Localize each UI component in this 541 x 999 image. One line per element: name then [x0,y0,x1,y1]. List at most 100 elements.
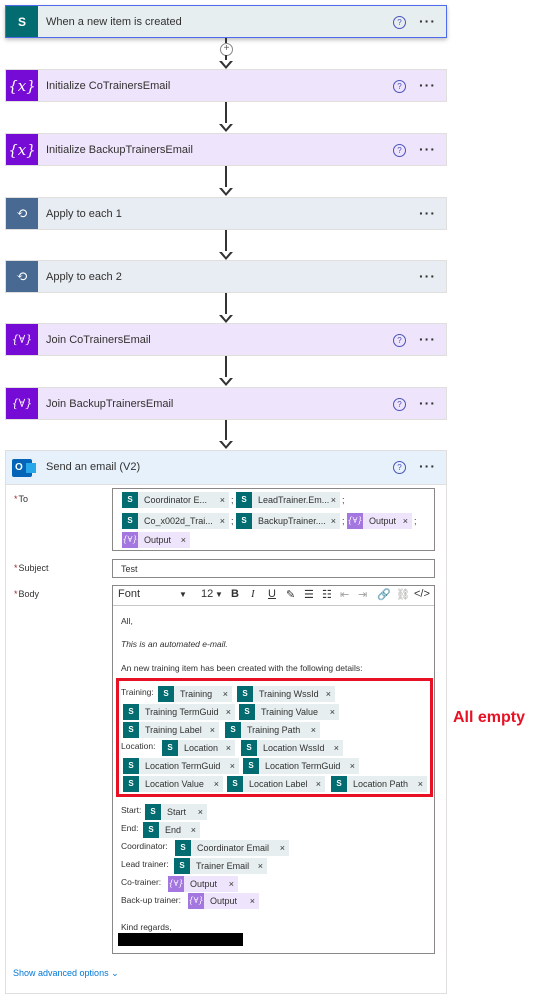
remove-token-icon[interactable]: × [258,858,263,874]
chevron-down-icon[interactable]: ▼ [179,590,187,599]
expression-icon: {∀} [347,513,363,529]
step-card[interactable]: ⟲ Apply to each 1 ··· [5,197,447,230]
font-select[interactable]: Font [118,588,140,600]
help-icon[interactable]: ? [393,334,406,347]
subject-label: *Subject [14,563,49,573]
remove-token-icon[interactable]: × [331,513,336,529]
join-icon: {∀} [6,388,38,419]
body-label-text: Back-up trainer: [121,895,181,905]
body-label-text: End: [121,823,139,833]
body-label-text: Lead trainer: [121,859,169,869]
remove-token-icon[interactable]: × [280,840,285,856]
help-icon[interactable]: ? [393,398,406,411]
sharepoint-icon: S [236,492,252,508]
show-advanced-options-link[interactable]: Show advanced options ⌄ [13,968,119,979]
remove-token-icon[interactable]: × [403,513,408,529]
remove-token-icon[interactable]: × [331,492,336,508]
dynamic-content-token[interactable]: S BackupTrainer.... × [236,513,340,529]
annotation-text: All empty [453,709,526,726]
email-card-header[interactable]: O Send an email (V2) ? ··· [6,451,446,485]
body-label-text: Coordinator: [121,841,168,851]
help-icon[interactable]: ? [393,144,406,157]
sharepoint-icon: S [122,492,138,508]
more-options-button[interactable]: ··· [419,134,436,164]
expression-token[interactable]: {∀} Output × [168,876,238,892]
help-icon[interactable]: ? [393,16,406,29]
expression-token[interactable]: {∀} Output × [122,532,190,548]
step-card[interactable]: {x} Initialize BackupTrainersEmail ? ··· [5,133,447,166]
sharepoint-icon: S [122,513,138,529]
connector [225,102,227,125]
dynamic-content-token[interactable]: S Coordinator E... × [122,492,229,508]
join-icon: {∀} [6,324,38,355]
chevron-down-icon[interactable]: ▼ [215,590,223,599]
highlight-box [116,678,433,797]
more-options-button[interactable]: ··· [419,388,436,418]
step-title: Send an email (V2) [46,461,141,473]
to-field[interactable]: S Coordinator E... × ; S LeadTrainer.Em... ×… [112,488,435,551]
highlight-icon[interactable]: ✎ [286,588,295,601]
variable-icon: {x} [6,70,38,101]
font-size-select[interactable]: 12 [201,588,213,600]
dynamic-content-token[interactable]: S LeadTrainer.Em... × [236,492,340,508]
bullet-list-icon[interactable]: ☰ [304,588,314,601]
connector [225,356,227,379]
more-options-button[interactable]: ··· [419,261,436,291]
dynamic-content-token[interactable]: S Trainer Email × [174,858,267,874]
sharepoint-icon: S [236,513,252,529]
remove-token-icon[interactable]: × [229,876,234,892]
remove-token-icon[interactable]: × [198,804,203,820]
sharepoint-icon: S [174,858,190,874]
step-card[interactable]: {∀} Join CoTrainersEmail ? ··· [5,323,447,356]
outlook-icon: O [6,451,38,484]
connector [225,166,227,189]
subject-field[interactable]: Test [112,559,435,578]
remove-token-icon[interactable]: × [220,513,225,529]
step-card[interactable]: ⟲ Apply to each 2 ··· [5,260,447,293]
numbered-list-icon[interactable]: ☷ [322,588,332,601]
remove-token-icon[interactable]: × [191,822,196,838]
step-card[interactable]: {∀} Join BackupTrainersEmail ? ··· [5,387,447,420]
body-label-text: Start: [121,805,142,815]
step-card[interactable]: {x} Initialize CoTrainersEmail ? ··· [5,69,447,102]
expression-token[interactable]: {∀} Output × [347,513,412,529]
italic-button[interactable]: I [251,588,255,600]
more-options-button[interactable]: ··· [419,6,436,36]
body-text: All, [121,616,133,626]
connector [225,420,227,442]
dynamic-content-token[interactable]: S Co_x002d_Trai... × [122,513,229,529]
arrow-icon [219,187,233,196]
help-icon[interactable]: ? [393,80,406,93]
step-title: When a new item is created [46,16,182,28]
step-title: Join BackupTrainersEmail [46,398,174,410]
variable-icon: {x} [6,134,38,165]
indent-icon[interactable]: ⇥ [358,588,367,601]
more-options-button[interactable]: ··· [419,198,436,228]
step-title: Apply to each 1 [46,208,122,220]
underline-button[interactable]: U [268,588,276,600]
code-view-icon[interactable]: </> [414,588,430,600]
dynamic-content-token[interactable]: S Start × [145,804,207,820]
more-options-button[interactable]: ··· [419,70,436,100]
outdent-icon[interactable]: ⇤ [340,588,349,601]
more-options-button[interactable]: ··· [419,324,436,354]
unlink-icon[interactable]: ⛓ [396,588,410,601]
arrow-icon [219,440,233,449]
to-label: *To [14,494,29,504]
dynamic-content-token[interactable]: S Coordinator Email × [175,840,289,856]
step-title: Initialize CoTrainersEmail [46,80,171,92]
bold-button[interactable]: B [231,588,239,600]
loop-icon: ⟲ [6,198,38,229]
arrow-icon [219,60,233,69]
more-options-button[interactable]: ··· [419,451,436,481]
expression-token[interactable]: {∀} Output × [188,893,259,909]
loop-icon: ⟲ [6,261,38,292]
remove-token-icon[interactable]: × [250,893,255,909]
help-icon[interactable]: ? [393,461,406,474]
link-icon[interactable]: 🔗 [377,588,391,601]
remove-token-icon[interactable]: × [181,532,186,548]
trigger-card[interactable]: S When a new item is created ? ··· [5,5,447,38]
dynamic-content-token[interactable]: S End × [143,822,200,838]
remove-token-icon[interactable]: × [220,492,225,508]
sharepoint-icon: S [143,822,159,838]
